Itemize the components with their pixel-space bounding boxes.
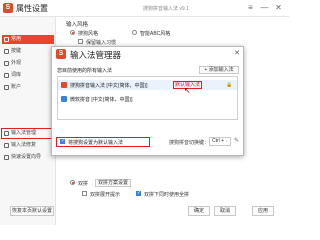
window-subtitle: 搜狗拼音输入法 v9.1: [143, 6, 189, 12]
sidebar-item-label: 词库: [11, 72, 22, 78]
sogou-logo-icon: S: [56, 49, 66, 59]
ime-list: 搜狗拼音输入法 [中文(简体，中国)] 默认输入法 ↖ 🔒 微软拼音 [中文(简…: [57, 76, 238, 120]
sidebar: 常用 按键 外观 词库 账户 输入法管理 输入法修复 快速设置向导: [0, 17, 56, 225]
sidebar-item-keys[interactable]: 按键: [2, 47, 54, 56]
sidebar-item-label: 常用: [11, 36, 22, 42]
show-double-hint-label: 双拼展开提示: [90, 192, 121, 198]
dialog-titlebar: S 输入法管理器 ✕: [52, 47, 243, 61]
set-default-checkbox[interactable]: [60, 138, 65, 144]
sidebar-item-account[interactable]: 账户: [2, 83, 54, 92]
close-button[interactable]: ✕: [273, 3, 284, 13]
sogou-logo-icon: S: [3, 3, 13, 13]
abc-style-label: 智能ABC风格: [140, 31, 171, 37]
book-icon: [4, 73, 9, 78]
keyboard-icon: [4, 49, 9, 54]
ime-list-heading: 您目前使用的所有输入法: [57, 68, 113, 74]
minimize-button[interactable]: —: [259, 3, 270, 13]
list-item-microsoft-pinyin[interactable]: 微软拼音 [中文(简体，中国)]: [58, 94, 237, 104]
double-pinyin-label: 双拼: [78, 181, 89, 187]
double-pinyin-radio[interactable]: [70, 180, 75, 185]
double-pinyin-scheme-button[interactable]: 双拼方案设置: [95, 179, 131, 187]
window-title: 属性设置: [16, 4, 48, 13]
sidebar-item-label: 按键: [11, 48, 22, 54]
list-item-sogou[interactable]: 搜狗拼音输入法 [中文(简体，中国)] 默认输入法 ↖ 🔒: [58, 80, 237, 95]
sidebar-item-quick-setup[interactable]: 快速设置向导: [2, 153, 54, 162]
sogou-style-radio[interactable]: [70, 30, 75, 35]
dialog-close-button[interactable]: ✕: [232, 49, 242, 59]
window-titlebar: S 属性设置 搜狗拼音输入法 v9.1 ≡ — ✕: [0, 0, 289, 17]
menu-icon[interactable]: ≡: [245, 3, 256, 13]
show-double-hint-checkbox[interactable]: [82, 191, 87, 196]
lock-icon: 🔒: [226, 82, 233, 88]
keep-habit-checkbox[interactable]: [78, 39, 83, 44]
restore-defaults-button[interactable]: 恢复本页默认设置: [10, 206, 54, 216]
sidebar-item-ime-repair[interactable]: 输入法修复: [2, 141, 54, 150]
sidebar-item-label: 账户: [11, 84, 22, 90]
sidebar-item-appearance[interactable]: 外观: [2, 59, 54, 68]
sidebar-item-label: 输入法修复: [11, 142, 37, 148]
home-icon: [4, 37, 9, 42]
grid-icon: [4, 131, 9, 136]
ime-name: 搜狗拼音输入法 [中文(简体，中国)]: [70, 83, 148, 89]
palette-icon: [4, 61, 9, 66]
cancel-button[interactable]: 取消: [214, 206, 236, 216]
dual-use-checkbox[interactable]: [136, 190, 141, 196]
sidebar-item-label: 快速设置向导: [11, 154, 42, 160]
sidebar-item-ime-manager[interactable]: 输入法管理: [1, 128, 55, 139]
hotkey-label: 搜狗拼音切换键：: [169, 140, 210, 146]
wand-icon: [4, 155, 9, 160]
dialog-title: 输入法管理器: [70, 50, 122, 60]
abc-style-radio[interactable]: [132, 30, 137, 35]
ok-button[interactable]: 确定: [188, 206, 210, 216]
input-style-title: 输入风格: [66, 22, 89, 28]
apply-button[interactable]: 应用: [252, 206, 274, 216]
keep-habit-label: 保留输入习惯: [86, 40, 117, 46]
edit-icon[interactable]: ✎: [233, 137, 240, 146]
microsoft-ime-icon: [61, 96, 67, 102]
sidebar-item-label: 外观: [11, 60, 22, 66]
hotkey-input[interactable]: Ctrl + .: [209, 137, 231, 146]
sidebar-item-dictionary[interactable]: 词库: [2, 71, 54, 80]
ime-name: 微软拼音 [中文(简体，中国)]: [70, 97, 133, 103]
dual-use-label: 双拼下同时使用全拼: [144, 192, 190, 198]
ime-manager-dialog: S 输入法管理器 ✕ 您目前使用的所有输入法 + 添加输入法 搜狗拼音输入法 […: [51, 46, 244, 156]
set-default-label: 将搜狗设置为默认输入法: [68, 140, 124, 146]
sidebar-item-label: 输入法管理: [11, 130, 37, 136]
sogou-ime-icon: [61, 82, 67, 88]
sidebar-item-common[interactable]: 常用: [2, 35, 54, 44]
wrench-icon: [4, 143, 9, 148]
add-ime-button[interactable]: + 添加输入法: [199, 66, 239, 74]
sogou-style-label: 搜狗风格: [78, 31, 99, 37]
user-icon: [4, 85, 9, 90]
